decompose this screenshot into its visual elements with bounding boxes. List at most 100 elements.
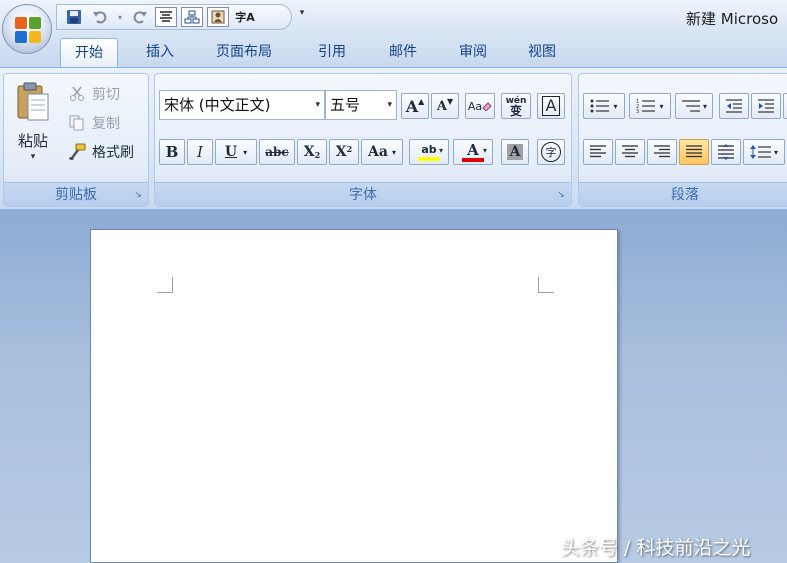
org-chart-icon[interactable] (181, 7, 203, 27)
strikethrough-button[interactable]: abc (259, 139, 295, 165)
tab-page-layout[interactable]: 页面布局 (202, 38, 286, 68)
undo-icon[interactable] (89, 7, 111, 27)
enclose-characters-button[interactable]: 字 (537, 139, 565, 165)
format-painter-label: 格式刷 (92, 145, 134, 161)
font-name-value: 宋体 (中文正文) (164, 96, 271, 114)
align-center-button[interactable] (615, 139, 645, 165)
numbering-icon: 123 (636, 99, 656, 114)
change-case-button[interactable]: Aa ▾ (361, 139, 403, 165)
phonetic-guide-button[interactable]: wén 变 (501, 93, 531, 119)
align-right-button[interactable] (647, 139, 677, 165)
chinese-layout-button[interactable] (783, 93, 787, 119)
paste-label: 粘贴 (17, 132, 48, 150)
contact-icon[interactable] (207, 7, 229, 27)
tab-review[interactable]: 审阅 (445, 38, 501, 68)
increase-indent-button[interactable] (751, 93, 781, 119)
ribbon: 粘贴 ▾ 剪切 复制 格式刷 剪贴板 ↘ 宋体 (中文正文) ▾ 五号 ▾ A … (0, 67, 787, 210)
tab-view[interactable]: 视图 (514, 38, 570, 68)
svg-text:3: 3 (636, 109, 639, 114)
align-left-icon (590, 145, 606, 158)
numbering-button[interactable]: 123 ▾ (629, 93, 671, 119)
subscript-button[interactable]: X2 (297, 139, 327, 165)
document-page[interactable] (90, 229, 618, 563)
font-size-value: 五号 (330, 96, 361, 114)
bullets-icon (590, 99, 610, 113)
format-painter-button[interactable]: 格式刷 (68, 140, 134, 164)
bullets-button[interactable]: ▾ (583, 93, 625, 119)
underline-button[interactable]: U ▾ (215, 139, 257, 165)
character-border-label: A (541, 96, 561, 116)
justify-button[interactable] (679, 139, 709, 165)
font-size-dropdown-icon[interactable]: ▾ (387, 91, 392, 119)
change-case-dropdown-icon[interactable]: ▾ (392, 147, 396, 157)
office-logo-icon (15, 17, 41, 43)
font-color-dropdown-icon[interactable]: ▾ (483, 146, 487, 155)
line-spacing-button[interactable]: ▾ (743, 139, 785, 165)
margin-corner-top-left (157, 277, 173, 293)
paragraph-group: ▾ 123 ▾ ▾ ▾ 段落 (578, 73, 787, 207)
customize-qat-icon[interactable]: ▾ (296, 8, 308, 24)
character-shading-button[interactable]: A (501, 139, 529, 165)
align-icon[interactable] (155, 7, 177, 27)
office-button[interactable] (2, 4, 52, 54)
underline-dropdown-icon[interactable]: ▾ (243, 148, 247, 157)
font-size-combo[interactable]: 五号 ▾ (325, 90, 397, 120)
decrease-indent-button[interactable] (719, 93, 749, 119)
format-painter-icon (68, 143, 86, 161)
superscript-button[interactable]: X2 (329, 139, 359, 165)
copy-icon (68, 114, 86, 132)
align-center-icon (622, 145, 638, 158)
eraser-icon (482, 102, 492, 111)
highlight-label: ab (421, 143, 437, 156)
line-spacing-dropdown-icon[interactable]: ▾ (774, 148, 778, 157)
tab-insert[interactable]: 插入 (132, 38, 188, 68)
numbering-dropdown-icon[interactable]: ▾ (659, 102, 663, 111)
multilevel-dropdown-icon[interactable]: ▾ (703, 102, 707, 111)
spelling-glyph: 字A (235, 11, 255, 24)
clear-formatting-label: Aa (467, 99, 483, 113)
strikethrough-label: abc (265, 145, 289, 159)
distributed-button[interactable] (711, 139, 741, 165)
phonetic-guide-char: 变 (509, 104, 522, 118)
cut-button[interactable]: 剪切 (68, 82, 120, 106)
change-case-label: Aa (368, 144, 388, 160)
spelling-icon[interactable]: 字A (233, 7, 257, 27)
bullets-dropdown-icon[interactable]: ▾ (613, 102, 617, 111)
tab-mailings[interactable]: 邮件 (375, 38, 431, 68)
enclose-characters-label: 字 (541, 142, 561, 162)
multilevel-list-button[interactable]: ▾ (675, 93, 713, 119)
align-left-button[interactable] (583, 139, 613, 165)
clipboard-group: 粘贴 ▾ 剪切 复制 格式刷 剪贴板 ↘ (3, 73, 149, 207)
copy-button[interactable]: 复制 (68, 111, 120, 135)
superscript-mark: 2 (346, 144, 353, 154)
highlight-dropdown-icon[interactable]: ▾ (439, 146, 443, 155)
distributed-icon (718, 144, 734, 160)
font-name-combo[interactable]: 宋体 (中文正文) ▾ (159, 90, 325, 120)
shrink-font-button[interactable]: A ▼ (431, 93, 459, 119)
paragraph-group-label: 段落 (579, 182, 787, 206)
save-icon[interactable] (63, 7, 85, 27)
bold-button[interactable]: B (159, 139, 185, 165)
clipboard-group-label: 剪贴板 (4, 182, 148, 206)
redo-icon[interactable] (129, 7, 151, 27)
tab-home[interactable]: 开始 (60, 38, 118, 68)
clipboard-launcher-icon[interactable]: ↘ (132, 189, 144, 201)
font-group: 宋体 (中文正文) ▾ 五号 ▾ A▲ A▼ Aa wén 变 A B I (154, 73, 572, 207)
font-group-label: 字体 (155, 182, 571, 206)
line-spacing-icon (749, 145, 771, 159)
font-launcher-icon[interactable]: ↘ (555, 189, 567, 201)
character-border-button[interactable]: A (537, 93, 565, 119)
font-name-dropdown-icon[interactable]: ▾ (315, 91, 320, 119)
shrink-arrow-icon: ▼ (446, 96, 454, 106)
tab-references[interactable]: 引用 (304, 38, 360, 68)
font-color-bar (462, 158, 484, 162)
undo-dropdown-icon[interactable]: ▾ (115, 7, 125, 27)
clear-formatting-button[interactable]: Aa (465, 93, 495, 119)
grow-font-button[interactable]: A ▲ (401, 93, 429, 119)
title-bar: ▾ 字A ▾ 新建 Microso (0, 0, 787, 36)
bold-label: B (165, 143, 179, 161)
italic-button[interactable]: I (187, 139, 213, 165)
font-color-label: A (467, 141, 479, 159)
paste-dropdown-icon: ▾ (30, 152, 36, 162)
paste-button[interactable]: 粘贴 ▾ (10, 78, 56, 176)
